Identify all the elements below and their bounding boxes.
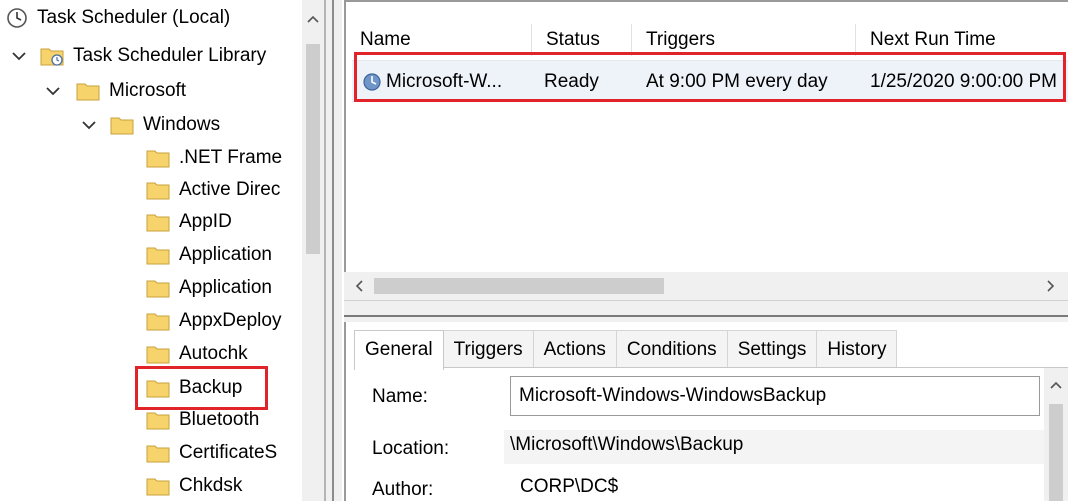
tree-node-label: Microsoft (109, 80, 187, 101)
name-field[interactable]: Microsoft-Windows-WindowsBackup (510, 376, 1040, 416)
tree-node-task-scheduler-local[interactable]: Task Scheduler (Local) (6, 2, 232, 34)
tree-node-label: Windows (143, 114, 221, 135)
tab-general[interactable]: General (354, 330, 444, 370)
tree-node-label: Application (179, 277, 272, 298)
tree-node-label: Application (179, 244, 272, 265)
tree-node-microsoft[interactable]: Microsoft (76, 75, 188, 107)
column-header-name[interactable]: Name (346, 24, 532, 56)
details-tabs: General Triggers Actions Conditions Sett… (354, 330, 898, 370)
tree-node-windows[interactable]: Windows (110, 109, 222, 141)
tree-node-folder[interactable]: Active Direc (146, 174, 282, 206)
tree-node-backup-selected[interactable]: Backup (135, 366, 268, 410)
tree-node-label: Autochk (179, 343, 248, 364)
scroll-up-arrow-icon[interactable] (1049, 378, 1063, 392)
scroll-right-arrow-icon[interactable] (1044, 279, 1058, 293)
tree-node-label: Backup (179, 377, 243, 398)
folder-clock-icon (40, 46, 64, 66)
clock-icon (6, 7, 28, 29)
tab-conditions[interactable]: Conditions (615, 330, 728, 368)
folder-icon (76, 81, 100, 101)
scrollbar-thumb[interactable] (306, 44, 320, 254)
chevron-down-icon[interactable] (82, 118, 96, 132)
folder-icon (146, 311, 170, 331)
tree-node-folder[interactable]: Chkdsk (146, 470, 244, 501)
cell-status: Ready (544, 71, 599, 92)
folder-icon (146, 278, 170, 298)
folder-icon (146, 180, 170, 200)
scroll-left-arrow-icon[interactable] (352, 279, 366, 293)
cell-name: Microsoft-W... (386, 71, 503, 92)
tab-actions[interactable]: Actions (532, 330, 617, 368)
chevron-down-icon[interactable] (46, 84, 60, 98)
tree-node-folder[interactable]: CertificateS (146, 437, 279, 469)
folder-icon (110, 115, 134, 135)
tree-node-label: Bluetooth (179, 409, 260, 430)
folder-icon (146, 245, 170, 265)
task-details-panel: General Triggers Actions Conditions Sett… (344, 322, 1068, 501)
author-label: Author: (372, 479, 434, 500)
tree-node-folder[interactable]: Application (146, 272, 274, 304)
scroll-up-arrow-icon[interactable] (306, 12, 320, 26)
tab-triggers[interactable]: Triggers (442, 330, 534, 368)
author-value[interactable]: CORP\DC$ (520, 476, 618, 498)
tree-node-folder[interactable]: Autochk (146, 338, 250, 370)
scrollbar-thumb[interactable] (374, 278, 664, 294)
tree-node-task-scheduler-library[interactable]: Task Scheduler Library (40, 40, 268, 72)
tree-node-label: CertificateS (179, 442, 278, 463)
list-horizontal-scrollbar[interactable] (344, 272, 1068, 300)
navigation-tree: Task Scheduler (Local) Task Scheduler Li… (0, 0, 302, 501)
tab-settings[interactable]: Settings (726, 330, 818, 368)
tree-node-label: AppID (179, 211, 232, 232)
folder-icon (146, 344, 170, 364)
folder-icon (146, 476, 170, 496)
name-label: Name: (372, 386, 428, 407)
chevron-down-icon[interactable] (12, 49, 26, 63)
cell-next-run-time: 1/25/2020 9:00:00 PM (870, 71, 1057, 92)
folder-icon (146, 148, 170, 168)
tree-node-label: AppxDeploy (179, 310, 282, 331)
tree-node-folder[interactable]: Application (146, 239, 274, 271)
scrollbar-thumb[interactable] (1049, 404, 1063, 501)
tab-history[interactable]: History (816, 330, 898, 368)
cell-triggers: At 9:00 PM every day (646, 71, 828, 92)
location-value[interactable]: \Microsoft\Windows\Backup (510, 434, 743, 456)
location-label: Location: (372, 438, 450, 459)
folder-icon (146, 443, 170, 463)
task-clock-icon (362, 72, 382, 92)
general-tab-body: Name: Microsoft-Windows-WindowsBackup Lo… (354, 367, 1068, 501)
tree-node-folder[interactable]: AppxDeploy (146, 305, 283, 337)
tree-node-label: Active Direc (179, 179, 281, 200)
folder-icon (146, 410, 170, 430)
folder-icon (146, 378, 170, 398)
tree-node-label: Task Scheduler Library (73, 45, 267, 66)
horizontal-splitter[interactable] (344, 300, 1068, 322)
pane-splitter[interactable] (324, 0, 342, 501)
folder-icon (146, 212, 170, 232)
details-vertical-scrollbar[interactable] (1044, 368, 1068, 501)
table-row[interactable]: Microsoft-W... Ready At 9:00 PM every da… (352, 60, 1068, 102)
tree-vertical-scrollbar[interactable] (302, 0, 324, 501)
column-header-status[interactable]: Status (532, 24, 632, 56)
task-list: Name Status Triggers Next Run Time Micro… (344, 0, 1068, 312)
tree-node-folder[interactable]: Bluetooth (146, 404, 261, 436)
tree-node-folder[interactable]: .NET Frame (146, 142, 284, 174)
tree-node-label: Task Scheduler (Local) (37, 7, 231, 28)
tree-node-label: .NET Frame (179, 147, 283, 168)
column-header-next-run-time[interactable]: Next Run Time (856, 24, 1068, 56)
tree-node-label: Chkdsk (179, 475, 243, 496)
tree-node-folder[interactable]: AppID (146, 206, 234, 238)
column-header-triggers[interactable]: Triggers (632, 24, 856, 56)
